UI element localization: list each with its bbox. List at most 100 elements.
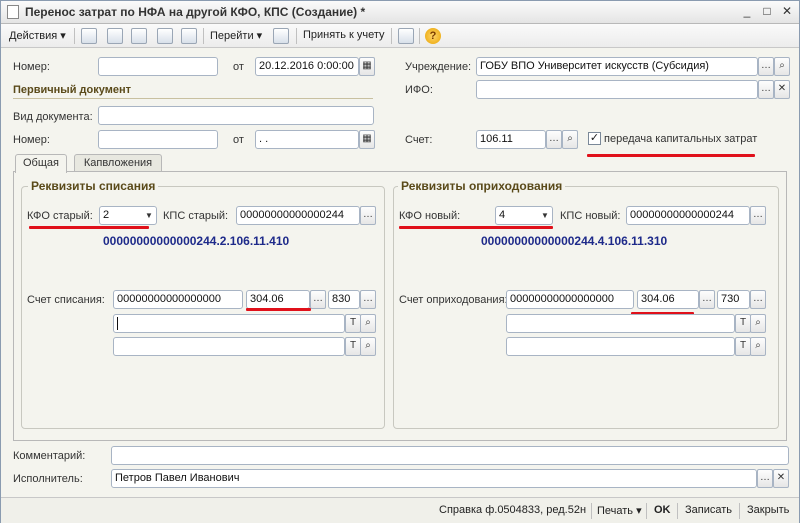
writeoff-full-account: 00000000000000244.2.106.11.410 [103, 234, 290, 248]
kfo-old-dropdown-icon[interactable]: ▼ [142, 207, 156, 224]
institution-field[interactable]: ГОБУ ВПО Университет искусств (Субсидия) [476, 57, 758, 76]
help-icon[interactable]: ? [425, 28, 441, 44]
primary-doc-divider [13, 98, 373, 99]
kps-old-select-button[interactable]: … [360, 206, 376, 225]
writeoff-subconto-1-search-icon[interactable]: ⌕ [360, 314, 376, 333]
executor-field[interactable]: Петров Павел Иванович [111, 469, 757, 488]
posting-account-field[interactable]: 304.06 [637, 290, 699, 309]
posting-subconto-2-type-icon[interactable]: T [735, 337, 751, 356]
writeoff-account-label: Счет списания: [27, 294, 105, 306]
ifo-field[interactable] [476, 80, 758, 99]
posting-account-select-button[interactable]: … [699, 290, 715, 309]
primary-calendar-icon[interactable]: ▦ [359, 130, 375, 149]
save-button[interactable]: Записать [685, 504, 732, 516]
comment-label: Комментарий: [13, 450, 86, 462]
kps-new-select-button[interactable]: … [750, 206, 766, 225]
red-underline-kfo-old [29, 226, 149, 229]
capital-costs-checkbox[interactable]: ✓ [588, 132, 601, 145]
text-cursor [117, 317, 118, 330]
kps-old-label: КПС старый: [163, 210, 229, 222]
writeoff-account-field[interactable]: 304.06 [246, 290, 310, 309]
posting-subconto-1-type-icon[interactable]: T [735, 314, 751, 333]
toolbar-separator [419, 28, 420, 44]
actions-menu[interactable]: Действия ▾ [9, 29, 66, 42]
report-icon[interactable] [398, 28, 414, 44]
report-0504833-button[interactable]: Справка ф.0504833, ред.52н [439, 504, 586, 516]
dt-kt-icon[interactable] [273, 28, 289, 44]
posting-account-code-field[interactable]: 00000000000000000 [506, 290, 634, 309]
statusbar-separator [646, 503, 647, 519]
refresh-icon[interactable] [131, 28, 147, 44]
posting-subconto-1-field[interactable] [506, 314, 735, 333]
tab-general[interactable]: Общая [15, 154, 67, 173]
minimize-button[interactable]: _ [739, 4, 755, 20]
toolbar-separator [203, 28, 204, 44]
posting-subconto-1-search-icon[interactable]: ⌕ [750, 314, 766, 333]
primary-from-label: от [233, 134, 244, 146]
posting-account-ext-field[interactable]: 730 [717, 290, 750, 309]
account-select-button[interactable]: … [546, 130, 562, 149]
writeoff-subconto-2-type-icon[interactable]: T [345, 337, 361, 356]
toolbar-separator [296, 28, 297, 44]
writeoff-subconto-1-field[interactable] [113, 314, 345, 333]
red-underline-kfo-new [399, 226, 553, 229]
window-title: Перенос затрат по НФА на другой КФО, КПС… [25, 5, 366, 19]
posting-ext-select-button[interactable]: … [750, 290, 766, 309]
date-field[interactable]: 20.12.2016 0:00:00 [255, 57, 359, 76]
ifo-select-button[interactable]: … [758, 80, 774, 99]
close-window-button[interactable]: ✕ [779, 4, 795, 20]
document-icon [7, 5, 19, 19]
calendar-icon[interactable]: ▦ [359, 57, 375, 76]
maximize-button[interactable]: □ [759, 4, 775, 20]
primary-date-field[interactable]: . . [255, 130, 359, 149]
print-menu[interactable]: Печать ▾ [597, 504, 642, 517]
toolbar-separator [74, 28, 75, 44]
posting-full-account: 00000000000000244.4.106.11.310 [481, 234, 668, 248]
kps-new-field[interactable]: 00000000000000244 [626, 206, 750, 225]
tab-capital-investments[interactable]: Капвложения [74, 154, 162, 172]
posting-subconto-2-search-icon[interactable]: ⌕ [750, 337, 766, 356]
writeoff-ext-select-button[interactable]: … [360, 290, 376, 309]
number-label: Номер: [13, 61, 50, 73]
writeoff-subconto-1-type-icon[interactable]: T [345, 314, 361, 333]
statusbar-separator [739, 503, 740, 519]
executor-select-button[interactable]: … [757, 469, 773, 488]
ok-button[interactable]: OK [654, 504, 671, 516]
kfo-new-dropdown-icon[interactable]: ▼ [538, 207, 552, 224]
posting-subconto-2-field[interactable] [506, 337, 735, 356]
kps-old-field[interactable]: 00000000000000244 [236, 206, 360, 225]
writeoff-subconto-2-field[interactable] [113, 337, 345, 356]
account-label: Счет: [405, 134, 433, 146]
post-document-icon[interactable] [157, 28, 173, 44]
institution-label: Учреждение: [405, 61, 472, 73]
writeoff-account-select-button[interactable]: … [310, 290, 326, 309]
posting-title: Реквизиты оприходования [398, 179, 566, 193]
goto-menu[interactable]: Перейти ▾ [210, 29, 262, 42]
close-button[interactable]: Закрыть [747, 504, 789, 516]
capital-costs-label: передача капитальных затрат [604, 133, 758, 145]
posting-account-label: Счет оприходования: [399, 294, 508, 306]
number-field[interactable] [98, 57, 218, 76]
executor-label: Исполнитель: [13, 473, 83, 485]
writeoff-title: Реквизиты списания [28, 179, 159, 193]
account-search-icon[interactable]: ⌕ [562, 130, 578, 149]
save-doc-icon[interactable] [81, 28, 97, 44]
statusbar-separator [591, 503, 592, 519]
primary-number-field[interactable] [98, 130, 218, 149]
print-label: Печать [597, 505, 634, 517]
copy-icon[interactable] [107, 28, 123, 44]
writeoff-subconto-2-search-icon[interactable]: ⌕ [360, 337, 376, 356]
ifo-clear-icon[interactable]: ✕ [774, 80, 790, 99]
accept-to-accounting-button[interactable]: Принять к учету [303, 29, 385, 41]
executor-clear-icon[interactable]: ✕ [773, 469, 789, 488]
ifo-label: ИФО: [405, 84, 433, 96]
doc-type-field[interactable] [98, 106, 374, 125]
structure-icon[interactable] [181, 28, 197, 44]
comment-field[interactable] [111, 446, 789, 465]
institution-select-button[interactable]: … [758, 57, 774, 76]
institution-search-icon[interactable]: ⌕ [774, 57, 790, 76]
kfo-old-label: КФО старый: [27, 210, 93, 222]
account-field[interactable]: 106.11 [476, 130, 546, 149]
writeoff-account-ext-field[interactable]: 830 [328, 290, 360, 309]
writeoff-account-code-field[interactable]: 00000000000000000 [113, 290, 243, 309]
